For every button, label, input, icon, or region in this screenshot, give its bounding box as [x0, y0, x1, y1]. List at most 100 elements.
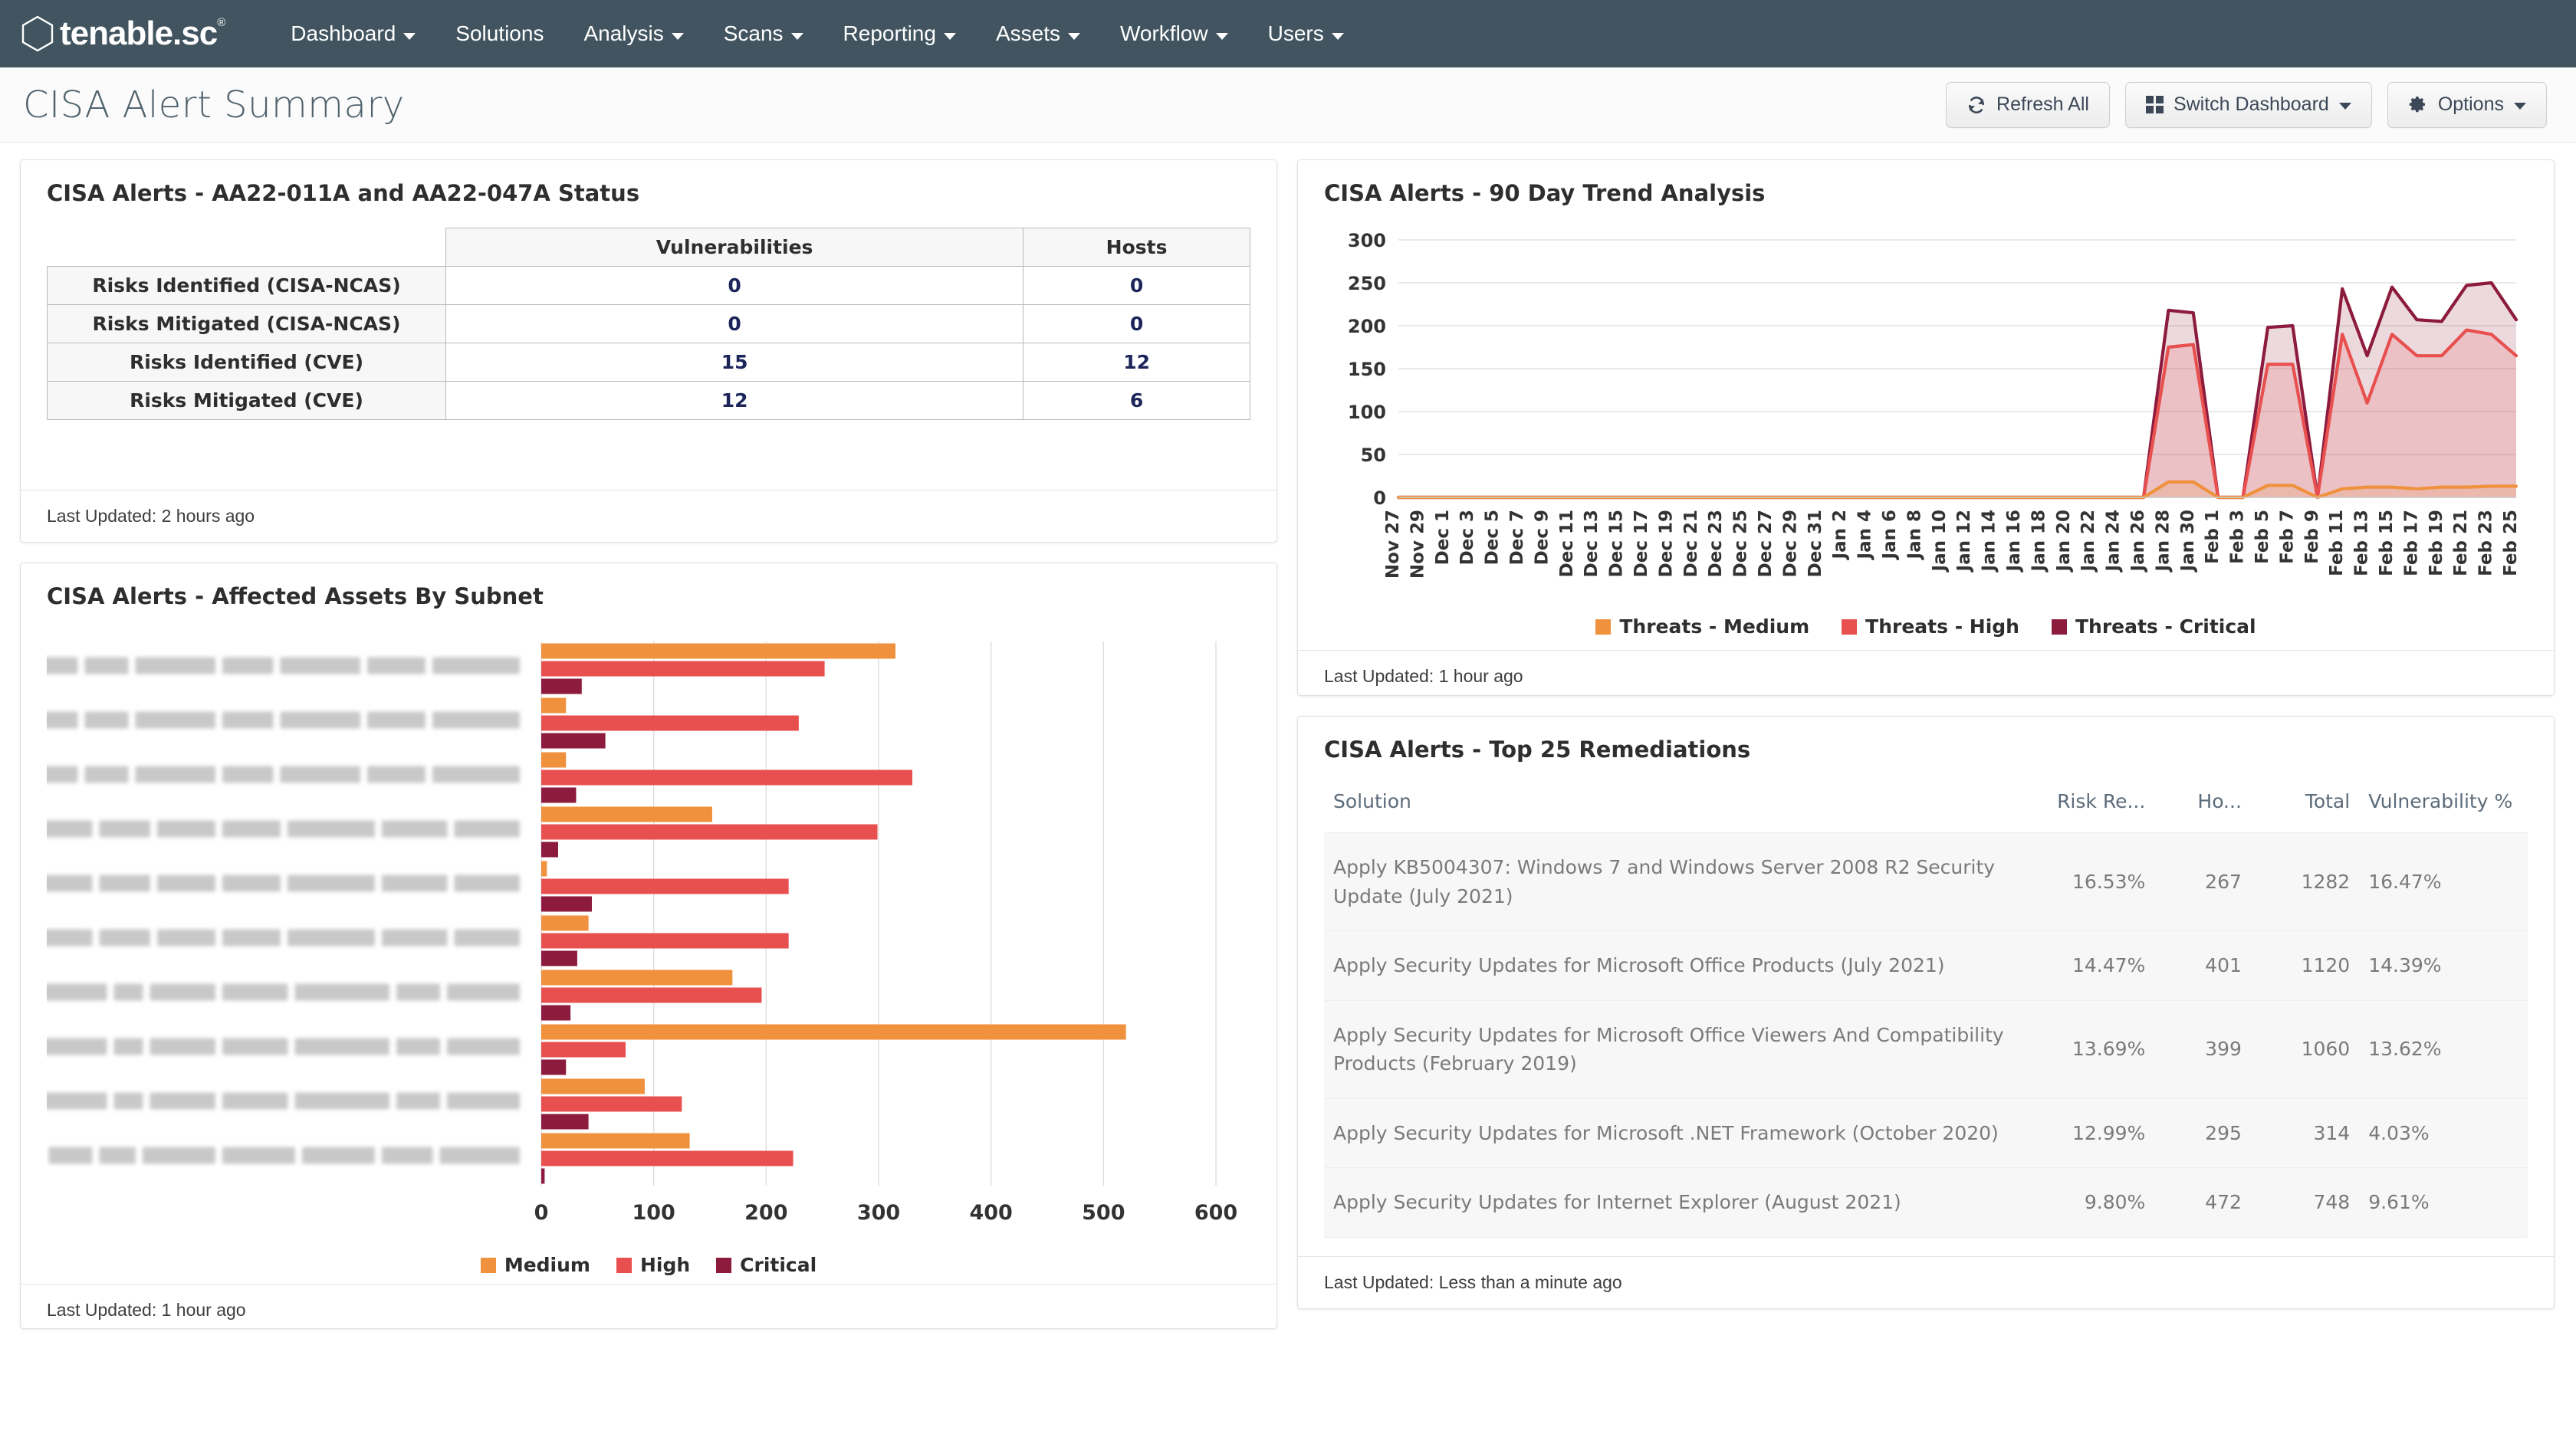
col-header-vulnerability-pct[interactable]: Vulnerability % [2359, 783, 2528, 833]
table-row[interactable]: Apply Security Updates for Microsoft Off… [1324, 999, 2528, 1099]
legend-item-threats-critical[interactable]: Threats - Critical [2051, 615, 2256, 638]
refresh-all-label: Refresh All [1996, 94, 2089, 115]
nav-item-solutions[interactable]: Solutions [435, 0, 564, 67]
legend-swatch-critical [716, 1257, 732, 1273]
svg-text:Dec 29: Dec 29 [1780, 510, 1800, 577]
cell-risk: 13.69% [2022, 999, 2155, 1099]
status-col-hosts: Hosts [1023, 228, 1250, 267]
subnet-panel: CISA Alerts - Affected Assets By Subnet … [0, 563, 1277, 1329]
svg-text:600: 600 [1194, 1201, 1237, 1225]
nav-item-workflow[interactable]: Workflow [1100, 0, 1248, 67]
svg-text:Dec 5: Dec 5 [1483, 510, 1503, 565]
refresh-icon [1969, 96, 1985, 113]
svg-text:Jan 8: Jan 8 [1904, 510, 1924, 560]
legend-label-threats-medium: Threats - Medium [1619, 615, 1810, 638]
status-panel-body: Vulnerabilities Hosts Risks Identified (… [21, 211, 1276, 490]
status-row-label: Risks Mitigated (CISA-NCAS) [47, 304, 446, 343]
svg-text:500: 500 [1082, 1201, 1125, 1225]
options-button[interactable]: Options [2387, 81, 2547, 128]
cell-risk: 14.47% [2022, 930, 2155, 1001]
trend-panel: CISA Alerts - 90 Day Trend Analysis 0 50 1… [1297, 159, 2555, 696]
legend-swatch-medium [480, 1257, 496, 1273]
svg-text:Nov 29: Nov 29 [1408, 510, 1428, 579]
cell-total: 1120 [2250, 930, 2360, 1001]
remediations-panel-footer: Last Updated: Less than a minute ago [1298, 1256, 2554, 1308]
legend-item-medium[interactable]: Medium [480, 1254, 590, 1276]
status-row-hosts: 0 [1023, 304, 1250, 343]
subnet-panel-footer: Last Updated: 1 hour ago [21, 1284, 1276, 1336]
nav-item-analysis[interactable]: Analysis [564, 0, 703, 67]
nav-item-assets[interactable]: Assets [976, 0, 1100, 67]
nav-item-scans[interactable]: Scans [704, 0, 823, 67]
legend-label-critical: Critical [740, 1254, 817, 1276]
table-row[interactable]: Apply Security Updates for Microsoft .NE… [1324, 1098, 2528, 1168]
svg-text:Dec 17: Dec 17 [1631, 510, 1651, 577]
status-table-head: Vulnerabilities Hosts [48, 228, 1250, 267]
cell-vulnerability: 4.03% [2359, 1098, 2528, 1168]
table-row[interactable]: Risks Identified (CVE) 15 12 [47, 343, 1250, 382]
chevron-down-icon [403, 32, 416, 40]
col-header-total[interactable]: Total [2251, 783, 2359, 833]
cell-solution: Apply Security Updates for Microsoft Off… [1324, 930, 2022, 1001]
svg-text:Jan 10: Jan 10 [1930, 510, 1950, 573]
svg-text:Feb 5: Feb 5 [2252, 510, 2272, 564]
col-header-risk-reduction[interactable]: Risk Re... [2022, 783, 2155, 833]
trend-panel-body: 0 50 100 150 200 250 300 Nov 27 Nov 29 Dec 1 Dec 3… [1298, 229, 2554, 650]
chevron-down-icon [671, 32, 684, 40]
table-row[interactable]: Apply Security Updates for Internet Expl… [1324, 1167, 2528, 1238]
switch-dashboard-button[interactable]: Switch Dashboard [2124, 81, 2372, 128]
svg-text:Dec 21: Dec 21 [1681, 510, 1701, 577]
status-row-hosts: 6 [1023, 381, 1250, 420]
status-row-label: Risks Mitigated (CVE) [47, 381, 446, 420]
svg-text:Jan 20: Jan 20 [2054, 510, 2074, 573]
col-header-solution[interactable]: Solution [1324, 783, 2022, 833]
affected-assets-bar-chart[interactable]: 0 100 200 300 400 500 600 [0, 634, 1250, 1239]
status-table-header-row: Vulnerabilities Hosts [48, 228, 1250, 267]
brand-name: tenable.sc [60, 15, 218, 52]
legend-item-critical[interactable]: Critical [716, 1254, 816, 1276]
cell-total: 314 [2250, 1098, 2360, 1168]
svg-text:Dec 25: Dec 25 [1731, 510, 1751, 577]
cell-solution: Apply Security Updates for Internet Expl… [1324, 1167, 2022, 1238]
cell-solution: Apply KB5004307: Windows 7 and Windows S… [1324, 832, 2022, 931]
svg-text:Dec 27: Dec 27 [1756, 510, 1776, 577]
cell-risk: 12.99% [2022, 1098, 2155, 1168]
table-row[interactable]: Risks Identified (CISA-NCAS) 0 0 [47, 266, 1250, 305]
table-row[interactable]: Apply Security Updates for Microsoft Off… [1324, 930, 2528, 1001]
status-table: Vulnerabilities Hosts Risks Identified (… [47, 228, 1250, 420]
cell-vulnerability: 13.62% [2359, 999, 2528, 1099]
refresh-all-button[interactable]: Refresh All [1946, 81, 2110, 128]
status-panel: CISA Alerts - AA22-011A and AA22-047A St… [20, 159, 1277, 543]
subnet-panel-body: 0 100 200 300 400 500 600 Medium High Critical [0, 634, 1276, 1284]
cell-hosts: 295 [2154, 1098, 2251, 1168]
trend-area-chart[interactable]: 050100150200250300Nov 27 Nov 29 Dec 1 Dec 3… [1324, 229, 2528, 612]
svg-text:Feb 17: Feb 17 [2401, 510, 2421, 576]
trend-panel-header: CISA Alerts - 90 Day Trend Analysis [1298, 160, 2554, 211]
legend-item-high[interactable]: High [616, 1254, 690, 1276]
chevron-down-icon [943, 32, 956, 40]
svg-text:Dec 15: Dec 15 [1607, 510, 1627, 577]
tenable-hexagon-icon [21, 15, 54, 52]
nav-label: Analysis [583, 21, 664, 45]
table-row[interactable]: Risks Mitigated (CVE) 12 6 [47, 381, 1250, 420]
nav-item-reporting[interactable]: Reporting [823, 0, 976, 67]
nav-label: Reporting [843, 21, 936, 45]
nav-item-users[interactable]: Users [1248, 0, 1364, 67]
svg-text:Jan 14: Jan 14 [1980, 510, 1999, 573]
legend-label-medium: Medium [504, 1254, 590, 1276]
table-row[interactable]: Apply KB5004307: Windows 7 and Windows S… [1324, 832, 2528, 931]
svg-text:Dec 3: Dec 3 [1457, 510, 1477, 565]
legend-item-threats-high[interactable]: Threats - High [1842, 615, 2019, 638]
svg-text:Feb 7: Feb 7 [2277, 510, 2297, 564]
col-header-hosts[interactable]: Ho... [2154, 783, 2251, 833]
trend-panel-title: CISA Alerts - 90 Day Trend Analysis [1324, 180, 1766, 206]
status-row-vulnerabilities: 12 [445, 381, 1024, 420]
svg-text:0: 0 [534, 1201, 549, 1225]
legend-item-threats-medium[interactable]: Threats - Medium [1595, 615, 1809, 638]
nav-item-dashboard[interactable]: Dashboard [271, 0, 435, 67]
status-panel-title: CISA Alerts - AA22-011A and AA22-047A St… [47, 180, 640, 206]
chevron-down-icon [1067, 32, 1080, 40]
table-row[interactable]: Risks Mitigated (CISA-NCAS) 0 0 [47, 304, 1250, 343]
svg-text:Jan 24: Jan 24 [2104, 510, 2124, 573]
tenable-logo[interactable]: tenable.sc® [20, 15, 225, 52]
